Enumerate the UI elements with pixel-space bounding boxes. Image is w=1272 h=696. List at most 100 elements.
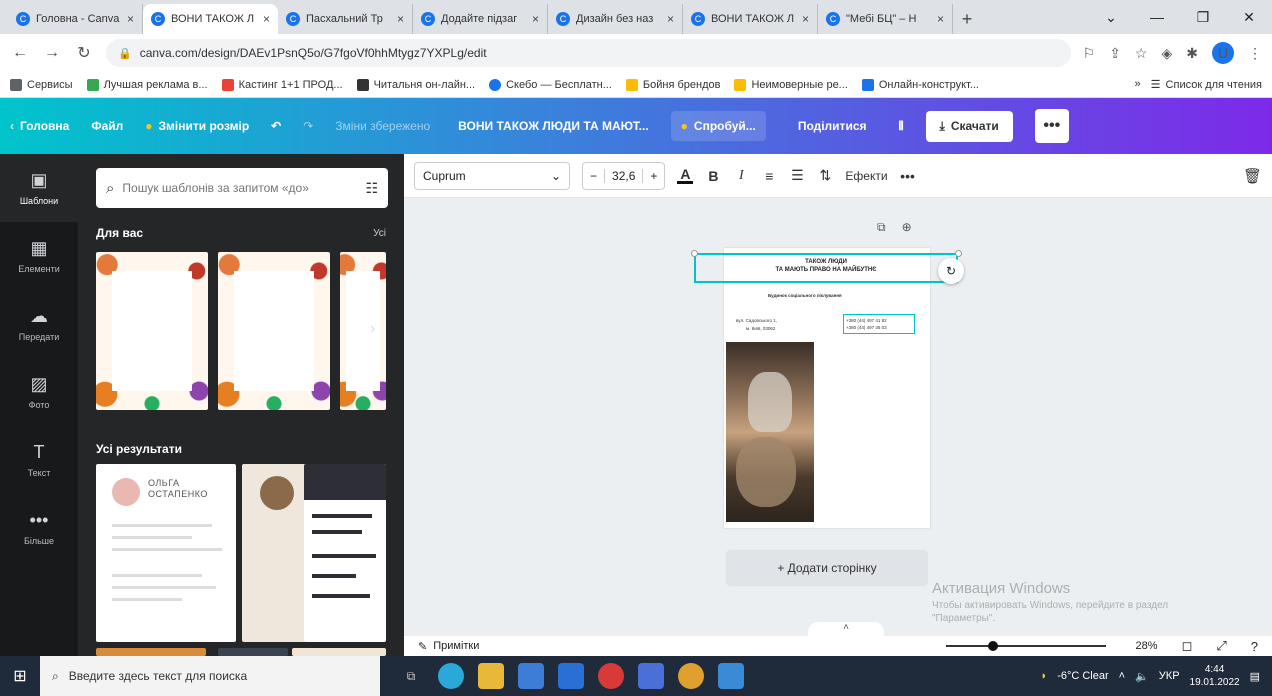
- bookmark-item[interactable]: Неимоверные ре...: [734, 78, 848, 91]
- weather-text[interactable]: -6°C Clear: [1057, 670, 1108, 682]
- effects-button[interactable]: Ефекти: [845, 169, 887, 183]
- bookmark-item[interactable]: Скебо — Бесплатн...: [489, 78, 612, 91]
- address-line[interactable]: м. Київ, 03062: [746, 326, 775, 331]
- page-subheading[interactable]: Будинок соціального піклування: [768, 293, 842, 298]
- browser-tab[interactable]: C Головна - Canva ×: [8, 4, 143, 34]
- zoom-value[interactable]: 28%: [1136, 640, 1158, 652]
- text-color-icon[interactable]: A: [677, 167, 694, 184]
- increase-size-button[interactable]: +: [643, 169, 664, 183]
- puzzle-icon[interactable]: ✱: [1186, 45, 1198, 62]
- phone-text[interactable]: +380 (44) 497 41 82 +380 (44) 497 35 03: [843, 314, 915, 334]
- translate-icon[interactable]: ⚐: [1083, 45, 1096, 62]
- rotate-icon[interactable]: ↻: [938, 258, 964, 284]
- share-button[interactable]: Поділитися: [788, 111, 877, 141]
- resize-handle[interactable]: [955, 250, 962, 257]
- more-bookmarks-button[interactable]: »: [1135, 78, 1141, 91]
- address-line[interactable]: вул. Садовського 1,: [736, 318, 777, 323]
- design-title[interactable]: ВОНИ ТАКОЖ ЛЮДИ ТА МАЮТ...: [458, 119, 649, 133]
- template-thumbnail[interactable]: [218, 648, 288, 656]
- close-tab-icon[interactable]: ×: [937, 12, 944, 26]
- file-explorer-icon[interactable]: [478, 663, 504, 689]
- undo-icon[interactable]: ↶: [271, 119, 281, 133]
- align-center-icon[interactable]: ≡: [761, 168, 777, 184]
- bold-icon[interactable]: B: [705, 168, 721, 184]
- close-tab-icon[interactable]: ×: [263, 12, 270, 26]
- insights-icon[interactable]: ⫴: [899, 119, 904, 134]
- edge-icon[interactable]: [438, 663, 464, 689]
- zoom-slider[interactable]: [945, 641, 1106, 651]
- fullscreen-icon[interactable]: ⤢: [1216, 638, 1226, 654]
- template-thumbnail[interactable]: [340, 252, 386, 410]
- photos-icon[interactable]: [718, 663, 744, 689]
- template-thumbnail[interactable]: [96, 648, 206, 656]
- tray-arrow-icon[interactable]: ˄: [1119, 670, 1125, 682]
- add-page-icon[interactable]: ⊕: [902, 220, 912, 235]
- task-view-icon[interactable]: ⧉: [398, 663, 424, 689]
- template-thumbnail[interactable]: [96, 252, 208, 410]
- rail-item-templates[interactable]: ▣ Шаблони: [0, 154, 78, 222]
- taskbar-search[interactable]: ⌕ Введите здесь текст для поиска: [40, 656, 380, 696]
- see-all-link[interactable]: Усі: [373, 228, 386, 239]
- opera-icon[interactable]: [598, 663, 624, 689]
- profile-avatar[interactable]: U: [1212, 42, 1234, 64]
- volume-icon[interactable]: 🔈: [1135, 670, 1149, 683]
- browser-tab[interactable]: C Додайте підзаг ×: [413, 4, 548, 34]
- template-thumbnail[interactable]: [242, 464, 306, 642]
- extension-icon[interactable]: ◈: [1161, 45, 1172, 62]
- page-photo[interactable]: [726, 342, 814, 522]
- font-size-value[interactable]: 32,6: [604, 168, 644, 183]
- more-tools-button[interactable]: •••: [900, 168, 916, 184]
- app-icon[interactable]: [638, 663, 664, 689]
- add-page-button[interactable]: + Додати сторінку: [726, 550, 928, 586]
- chrome-icon[interactable]: [678, 663, 704, 689]
- rail-item-photos[interactable]: ▨ Фото: [0, 358, 78, 426]
- spacing-icon[interactable]: ⇅: [817, 167, 833, 184]
- list-icon[interactable]: ☰: [789, 167, 805, 184]
- bookmark-item[interactable]: Сервисы: [10, 78, 73, 91]
- bookmark-item[interactable]: Лучшая реклама в...: [86, 78, 208, 91]
- close-tab-icon[interactable]: ×: [397, 12, 404, 26]
- browser-menu-icon[interactable]: ⋮: [1248, 45, 1262, 62]
- home-button[interactable]: ‹ Головна: [10, 119, 69, 133]
- template-thumbnail[interactable]: [292, 648, 386, 656]
- rail-item-text[interactable]: T Текст: [0, 426, 78, 494]
- notes-button[interactable]: ✎ Примітки: [418, 640, 479, 653]
- bookmark-star-icon[interactable]: ☆: [1135, 45, 1148, 62]
- store-icon[interactable]: [518, 663, 544, 689]
- back-icon[interactable]: ←: [10, 44, 30, 62]
- bookmark-item[interactable]: Бойня брендов: [625, 78, 720, 91]
- clock[interactable]: 4:44 19.01.2022: [1190, 663, 1240, 689]
- redo-icon[interactable]: ↷: [303, 119, 313, 133]
- browser-tab[interactable]: C ВОНИ ТАКОЖ Л ×: [683, 4, 818, 34]
- close-tab-icon[interactable]: ×: [127, 12, 134, 26]
- language-indicator[interactable]: УКР: [1159, 670, 1180, 682]
- more-options-button[interactable]: •••: [1034, 109, 1069, 143]
- windows-start-icon[interactable]: ⊞: [0, 656, 40, 696]
- resize-handle[interactable]: [691, 250, 698, 257]
- rail-item-uploads[interactable]: ☁ Передати: [0, 290, 78, 358]
- italic-icon[interactable]: I: [733, 168, 749, 184]
- mail-icon[interactable]: [558, 663, 584, 689]
- chevron-right-icon[interactable]: ›: [370, 320, 375, 338]
- font-family-select[interactable]: Cuprum ⌄: [414, 161, 570, 190]
- reading-list-button[interactable]: ☰ Список для чтения: [1151, 78, 1262, 92]
- canvas-scrollbar[interactable]: [1254, 198, 1272, 636]
- close-window-icon[interactable]: ✕: [1226, 0, 1272, 34]
- selected-heading-text[interactable]: ТАКОЖ ЛЮДИ ТА МАЮТЬ ПРАВО НА МАЙБУТНЄ: [694, 253, 958, 283]
- close-tab-icon[interactable]: ×: [802, 12, 809, 26]
- rail-item-elements[interactable]: ▦ Елементи: [0, 222, 78, 290]
- bookmark-item[interactable]: Читальня он-лайн...: [356, 78, 475, 91]
- browser-tab-active[interactable]: C ВОНИ ТАКОЖ Л ×: [143, 4, 278, 34]
- trash-icon[interactable]: 🗑: [1243, 167, 1262, 185]
- template-thumbnail[interactable]: [218, 252, 330, 410]
- rail-item-more[interactable]: ••• Більше: [0, 494, 78, 562]
- browser-tab[interactable]: C Пасхальний Тр ×: [278, 4, 413, 34]
- try-pro-button[interactable]: ● Спробуй...: [670, 111, 766, 141]
- url-field[interactable]: 🔒 canva.com/design/DAEv1PsnQ5o/G7fgoVf0h…: [106, 39, 1071, 67]
- template-thumbnail[interactable]: [304, 464, 386, 642]
- notifications-icon[interactable]: ▤: [1250, 670, 1260, 683]
- bookmark-item[interactable]: Кастинг 1+1 ПРОД...: [221, 78, 343, 91]
- resize-button[interactable]: ● Змінити розмір: [145, 119, 249, 133]
- minimize-icon[interactable]: —: [1134, 0, 1180, 34]
- file-menu-button[interactable]: Файл: [91, 119, 123, 133]
